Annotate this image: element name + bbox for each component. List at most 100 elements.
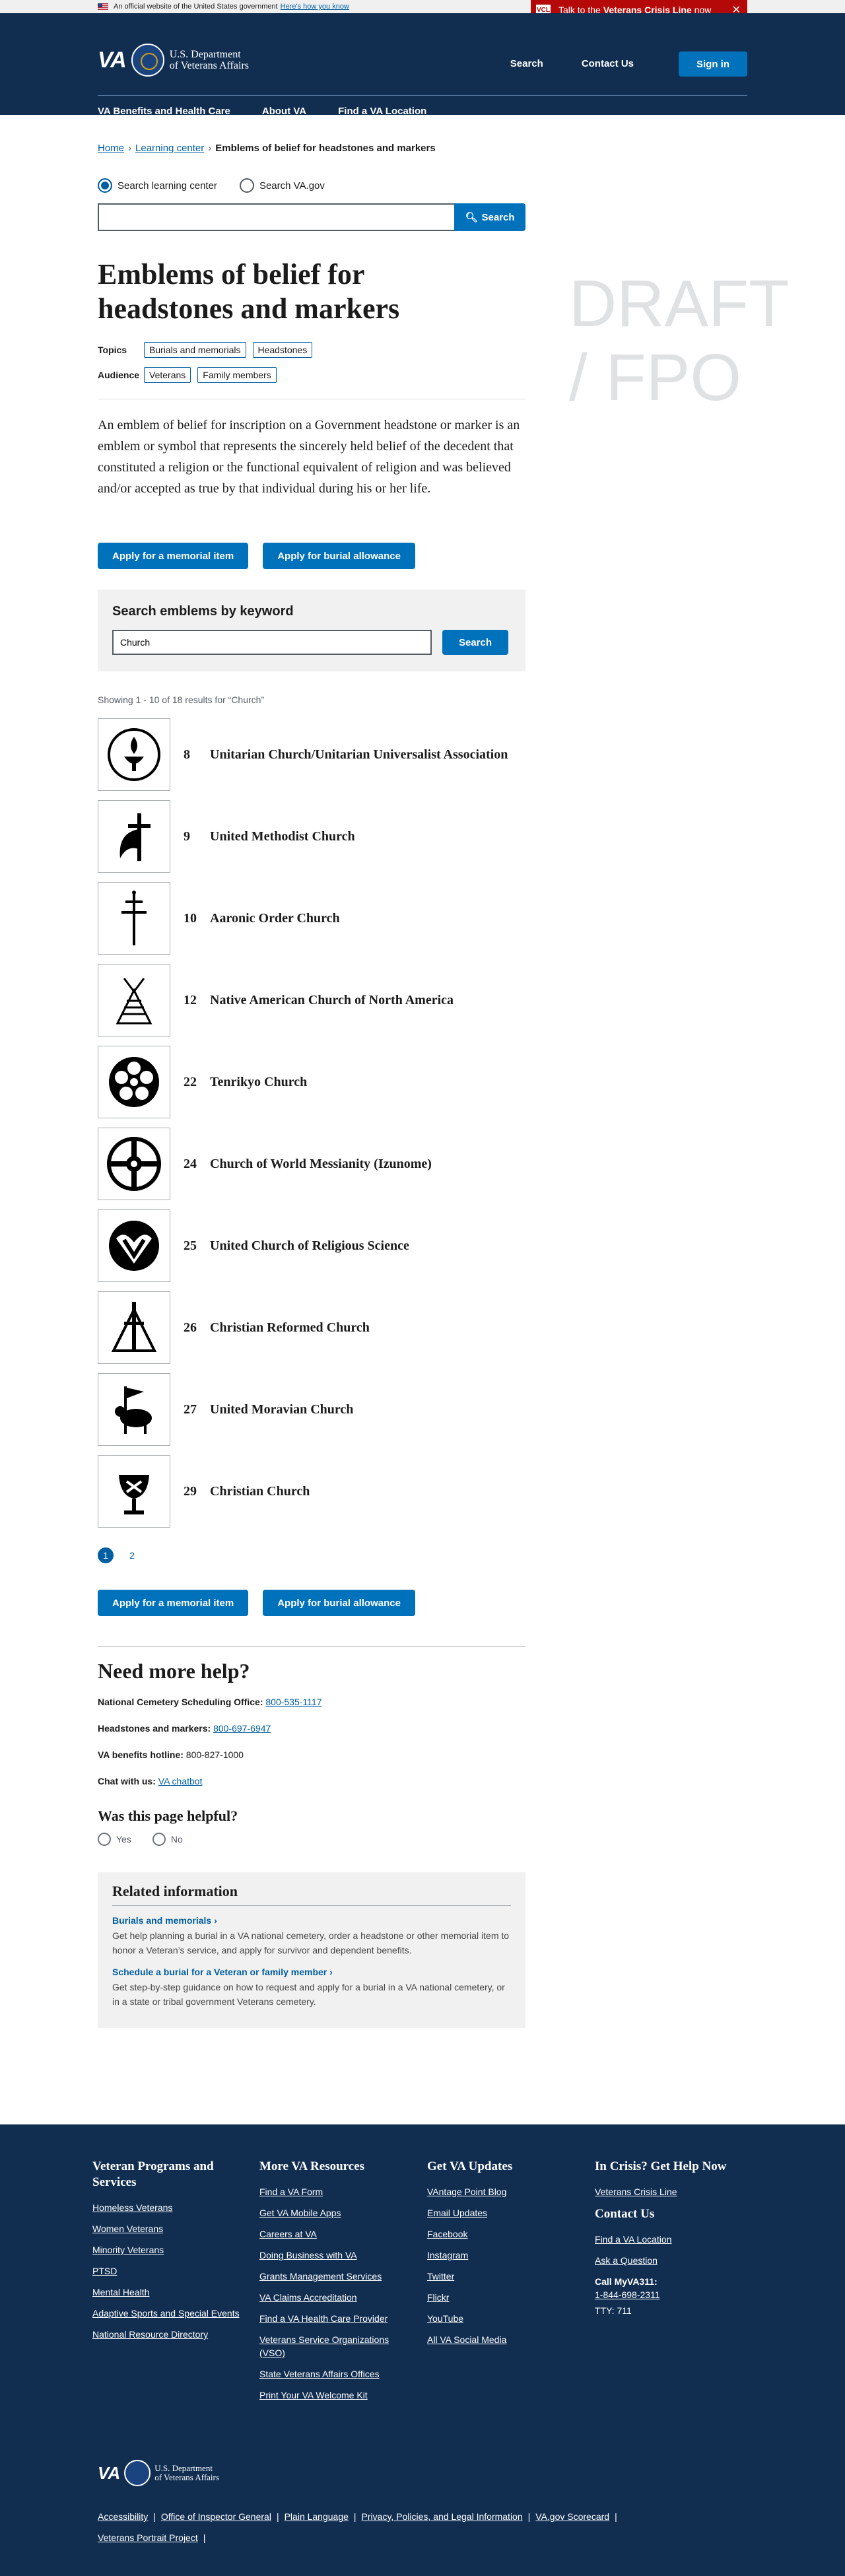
- apply-memorial-button[interactable]: Apply for a memorial item: [98, 1590, 249, 1616]
- wheel-cross-icon: [107, 1137, 161, 1191]
- sign-in-button[interactable]: Sign in: [679, 51, 747, 77]
- footer-link[interactable]: Find a VA Form: [259, 2185, 411, 2198]
- radio-unselected-icon[interactable]: [152, 1833, 166, 1846]
- radio-learning-center[interactable]: Search learning center: [98, 178, 217, 193]
- footer-bottom-link[interactable]: Accessibility: [98, 2511, 148, 2522]
- separator: |: [203, 2532, 206, 2543]
- va-logo[interactable]: VA U.S. Department of Veterans Affairs: [98, 44, 249, 77]
- footer-bottom-link[interactable]: VA.gov Scorecard: [535, 2511, 609, 2522]
- menu-benefits[interactable]: VA Benefits and Health Care: [98, 106, 230, 117]
- list-item[interactable]: 8 Unitarian Church/Unitarian Universalis…: [98, 718, 525, 791]
- footer-link[interactable]: YouTube: [427, 2312, 579, 2325]
- footer-link[interactable]: Grants Management Services: [259, 2270, 411, 2283]
- chevron-right-icon: ›: [208, 143, 212, 154]
- dept-line2: of Veterans Affairs: [154, 2472, 219, 2482]
- footer-col-programs: Veteran Programs and Services Homeless V…: [92, 2159, 244, 2349]
- footer-link[interactable]: VAntage Point Blog: [427, 2185, 579, 2198]
- search-input[interactable]: [98, 203, 454, 231]
- footer-link[interactable]: Mental Health: [92, 2286, 244, 2299]
- footer-link[interactable]: State Veterans Affairs Offices: [259, 2367, 411, 2381]
- apply-burial-button[interactable]: Apply for burial allowance: [263, 543, 415, 569]
- list-item[interactable]: 9 United Methodist Church: [98, 800, 525, 873]
- footer-link[interactable]: VA Claims Accreditation: [259, 2291, 411, 2304]
- audience-tag[interactable]: Family members: [197, 367, 277, 383]
- footer-va-logo[interactable]: VA U.S. Department of Veterans Affairs: [98, 2460, 219, 2486]
- site-header: VA U.S. Department of Veterans Affairs Se…: [0, 13, 845, 117]
- topic-tag[interactable]: Headstones: [252, 342, 313, 358]
- va-logo-text: VA: [98, 47, 127, 73]
- phone-link[interactable]: 800-535-1117: [265, 1697, 321, 1707]
- footer-link[interactable]: Get VA Mobile Apps: [259, 2206, 411, 2220]
- footer-link[interactable]: Print Your VA Welcome Kit: [259, 2389, 411, 2402]
- footer-bottom-link[interactable]: Privacy, Policies, and Legal Information: [362, 2511, 523, 2522]
- header-search-link[interactable]: Search: [510, 58, 543, 69]
- footer-link[interactable]: Instagram: [427, 2249, 579, 2262]
- feedback-no[interactable]: No: [152, 1833, 183, 1846]
- page-title: Emblems of belief for headstones and mar…: [98, 258, 400, 325]
- feedback-yes[interactable]: Yes: [98, 1833, 131, 1846]
- footer-link[interactable]: All VA Social Media: [427, 2333, 579, 2346]
- menu-about[interactable]: About VA: [262, 106, 306, 117]
- footer-link[interactable]: Find a VA Health Care Provider: [259, 2312, 411, 2325]
- footer-link[interactable]: Doing Business with VA: [259, 2249, 411, 2262]
- radio-selected-icon[interactable]: [98, 178, 112, 193]
- emblem-number: 22: [184, 1074, 197, 1089]
- list-item[interactable]: 12 Native American Church of North Ameri…: [98, 964, 525, 1036]
- breadcrumb-learning-center[interactable]: Learning center: [135, 143, 204, 154]
- apply-burial-button[interactable]: Apply for burial allowance: [263, 1590, 415, 1616]
- footer-link[interactable]: Facebook: [427, 2227, 579, 2241]
- page-1-link[interactable]: 1: [98, 1547, 114, 1563]
- radio-unselected-icon[interactable]: [98, 1833, 111, 1846]
- footer-link[interactable]: Ask a Question: [595, 2254, 747, 2267]
- list-item[interactable]: 27 United Moravian Church: [98, 1373, 525, 1446]
- footer-link[interactable]: Adaptive Sports and Special Events: [92, 2307, 244, 2320]
- footer-bottom-link[interactable]: Veterans Portrait Project: [98, 2532, 198, 2543]
- breadcrumb: Home › Learning center › Emblems of belief f…: [98, 143, 436, 154]
- related-link[interactable]: Burials and memorials ›: [112, 1915, 511, 1926]
- footer-link[interactable]: Careers at VA: [259, 2227, 411, 2241]
- audience-tag[interactable]: Veterans: [144, 367, 191, 383]
- va-logo-text: VA: [98, 2462, 121, 2483]
- emblem-name: Christian Reformed Church: [210, 1320, 370, 1335]
- footer-link[interactable]: Twitter: [427, 2270, 579, 2283]
- menu-find-location[interactable]: Find a VA Location: [338, 106, 426, 117]
- keyword-search-button[interactable]: Search: [442, 630, 508, 655]
- footer-link[interactable]: Minority Veterans: [92, 2243, 244, 2256]
- emblem-name: Unitarian Church/Unitarian Universalist …: [210, 747, 508, 762]
- separator: |: [153, 2511, 156, 2522]
- keyword-input[interactable]: [112, 630, 432, 655]
- footer-bottom-link[interactable]: Office of Inspector General: [161, 2511, 271, 2522]
- footer-link[interactable]: Email Updates: [427, 2206, 579, 2220]
- list-item[interactable]: 25 United Church of Religious Science: [98, 1209, 525, 1282]
- related-link[interactable]: Schedule a burial for a Veteran or famil…: [112, 1967, 511, 1977]
- list-item[interactable]: 24 Church of World Messianity (Izunome): [98, 1128, 525, 1200]
- topic-tag[interactable]: Burials and memorials: [144, 342, 246, 358]
- apply-memorial-button[interactable]: Apply for a memorial item: [98, 543, 249, 569]
- page-2-link[interactable]: 2: [124, 1547, 140, 1563]
- footer-link[interactable]: Homeless Veterans: [92, 2201, 244, 2214]
- header-contact-link[interactable]: Contact Us: [582, 58, 634, 69]
- list-item[interactable]: 10 Aaronic Order Church: [98, 882, 525, 955]
- radio-unselected-icon[interactable]: [239, 178, 254, 193]
- chatbot-link[interactable]: VA chatbot: [158, 1776, 203, 1786]
- footer-link[interactable]: Find a VA Location: [595, 2233, 747, 2246]
- heres-how-you-know-link[interactable]: Here's how you know: [281, 3, 349, 11]
- emblem-name: Church of World Messianity (Izunome): [210, 1157, 432, 1171]
- search-button[interactable]: 🔍︎ Search: [454, 203, 525, 231]
- call-number-link[interactable]: 1-844-698-2311: [595, 2288, 747, 2301]
- footer-link[interactable]: Veterans Service Organizations (VSO): [259, 2333, 411, 2359]
- footer-link[interactable]: PTSD: [92, 2264, 244, 2278]
- crisis-line-link[interactable]: Veterans Crisis Line: [595, 2185, 747, 2198]
- phone-link[interactable]: 800-697-6947: [213, 1723, 271, 1734]
- footer-link[interactable]: National Resource Directory: [92, 2328, 244, 2341]
- list-item[interactable]: 29 Christian Church: [98, 1455, 525, 1528]
- footer-link[interactable]: Flickr: [427, 2291, 579, 2304]
- separator: |: [615, 2511, 617, 2522]
- footer-link[interactable]: Women Veterans: [92, 2222, 244, 2235]
- footer-bottom-link[interactable]: Plain Language: [285, 2511, 349, 2522]
- list-item[interactable]: 22 Tenrikyo Church: [98, 1046, 525, 1118]
- radio-vagov[interactable]: Search VA.gov: [239, 178, 325, 193]
- breadcrumb-home[interactable]: Home: [98, 143, 124, 154]
- emblem-number: 25: [184, 1238, 197, 1253]
- list-item[interactable]: 26 Christian Reformed Church: [98, 1291, 525, 1364]
